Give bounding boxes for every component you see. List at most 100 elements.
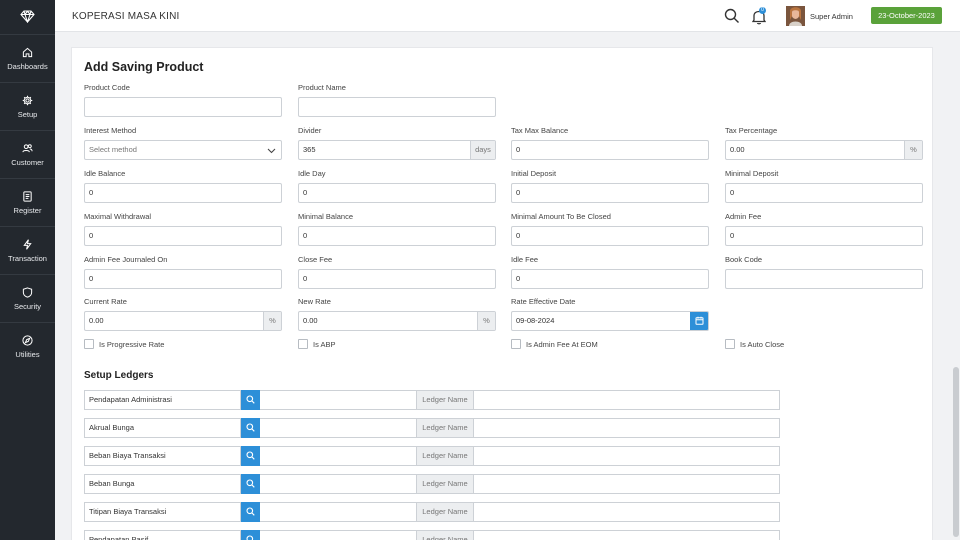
current-rate-input[interactable]: 0.00 % xyxy=(84,311,282,331)
minimal-amount-to-be-closed-label: Minimal Amount To Be Closed xyxy=(511,212,611,221)
divider-input[interactable]: 365 days xyxy=(298,140,496,160)
tax-max-balance-input[interactable]: 0 xyxy=(511,140,709,160)
admin-fee-input[interactable]: 0 xyxy=(725,226,923,246)
ledger-name-field[interactable] xyxy=(474,474,780,494)
page-scrollbar[interactable] xyxy=(952,32,960,540)
page-title: Add Saving Product xyxy=(84,60,204,74)
gear-icon xyxy=(22,95,33,105)
book-code-input[interactable] xyxy=(725,269,923,289)
checkbox-box[interactable] xyxy=(511,339,521,349)
tax-percentage-value: 0.00 xyxy=(730,145,745,154)
bolt-icon xyxy=(23,238,32,250)
shield-icon xyxy=(22,286,33,298)
ledger-account-field[interactable]: Pendapatan Administrasi xyxy=(84,390,241,410)
divider-label: Divider xyxy=(298,126,322,135)
ledger-code-field[interactable] xyxy=(260,502,417,522)
product-name-input[interactable] xyxy=(298,97,496,117)
sidebar-item-label: Security xyxy=(13,301,42,311)
ledger-code-field[interactable] xyxy=(260,418,417,438)
scrollbar-thumb[interactable] xyxy=(953,367,959,537)
rate-effective-date-value: 09-08-2024 xyxy=(516,316,555,325)
minimal-balance-input[interactable]: 0 xyxy=(298,226,496,246)
ledger-search-button[interactable] xyxy=(241,474,260,494)
diamond-icon xyxy=(20,9,35,23)
avatar[interactable] xyxy=(786,6,805,26)
sidebar-item-register[interactable]: Register xyxy=(0,178,55,226)
ledger-account-field[interactable]: Akrual Bunga xyxy=(84,418,241,438)
idle-balance-input[interactable]: 0 xyxy=(84,183,282,203)
idle-fee-label: Idle Fee xyxy=(511,255,539,264)
search-icon xyxy=(724,8,739,23)
ledger-search-button[interactable] xyxy=(241,502,260,522)
ledger-account-field[interactable]: Titipan Biaya Transaksi xyxy=(84,502,241,522)
product-code-label: Product Code xyxy=(84,83,130,92)
new-rate-input[interactable]: 0.00 % xyxy=(298,311,496,331)
notifications-button[interactable]: 0 xyxy=(752,7,768,25)
idle-day-label: Idle Day xyxy=(298,169,326,178)
top-bar: KOPERASI MASA KINI 0 Super Admin 23-Octo… xyxy=(55,0,960,32)
user-name[interactable]: Super Admin xyxy=(810,12,853,21)
minimal-balance-label: Minimal Balance xyxy=(298,212,354,221)
search-button[interactable] xyxy=(724,8,740,24)
checkbox-box[interactable] xyxy=(725,339,735,349)
ledger-code-field[interactable] xyxy=(260,474,417,494)
sidebar-item-dashboards[interactable]: Dashboards xyxy=(0,34,55,82)
calendar-icon xyxy=(695,316,704,325)
is-abp-checkbox[interactable]: Is ABP xyxy=(298,339,336,349)
ledger-name-field[interactable] xyxy=(474,418,780,438)
notification-badge: 0 xyxy=(759,7,766,14)
sidebar-item-customer[interactable]: Customer xyxy=(0,130,55,178)
ledger-account-field[interactable]: Beban Bunga xyxy=(84,474,241,494)
ledger-account-field[interactable]: Pendapatan Pasif xyxy=(84,530,241,540)
users-icon xyxy=(22,143,33,152)
close-fee-label: Close Fee xyxy=(298,255,333,264)
ledger-code-field[interactable] xyxy=(260,530,417,540)
ledger-row: Beban Biaya Transaksi Ledger Name xyxy=(84,446,780,466)
idle-day-input[interactable]: 0 xyxy=(298,183,496,203)
interest-method-select[interactable]: Select method xyxy=(84,140,282,160)
ledger-name-field[interactable] xyxy=(474,390,780,410)
ledger-name-label: Ledger Name xyxy=(417,502,474,522)
product-code-input[interactable] xyxy=(84,97,282,117)
close-fee-input[interactable]: 0 xyxy=(298,269,496,289)
idle-fee-input[interactable]: 0 xyxy=(511,269,709,289)
book-code-label: Book Code xyxy=(725,255,763,264)
ledger-name-field[interactable] xyxy=(474,502,780,522)
checkbox-box[interactable] xyxy=(298,339,308,349)
sidebar: Dashboards Setup Customer Register Trans… xyxy=(0,0,55,540)
ledger-code-field[interactable] xyxy=(260,446,417,466)
search-icon xyxy=(246,507,255,516)
date-picker-button[interactable] xyxy=(690,312,708,330)
document-icon xyxy=(23,190,32,202)
date-button[interactable]: 23-October-2023 xyxy=(871,7,942,24)
sidebar-item-setup[interactable]: Setup xyxy=(0,82,55,130)
tax-percentage-input[interactable]: 0.00 % xyxy=(725,140,923,160)
sidebar-item-utilities[interactable]: Utilities xyxy=(0,322,55,370)
ledger-name-field[interactable] xyxy=(474,530,780,540)
admin-fee-journaled-on-input[interactable]: 0 xyxy=(84,269,282,289)
ledger-row: Beban Bunga Ledger Name xyxy=(84,474,780,494)
initial-deposit-input[interactable]: 0 xyxy=(511,183,709,203)
ledger-account-field[interactable]: Beban Biaya Transaksi xyxy=(84,446,241,466)
sidebar-item-transaction[interactable]: Transaction xyxy=(0,226,55,274)
ledger-search-button[interactable] xyxy=(241,446,260,466)
is-admin-fee-at-eom-checkbox[interactable]: Is Admin Fee At EOM xyxy=(511,339,598,349)
rate-effective-date-input[interactable]: 09-08-2024 xyxy=(511,311,709,331)
checkbox-label: Is Admin Fee At EOM xyxy=(526,339,598,349)
ledger-search-button[interactable] xyxy=(241,530,260,540)
ledger-code-field[interactable] xyxy=(260,390,417,410)
checkbox-box[interactable] xyxy=(84,339,94,349)
tax-max-balance-label: Tax Max Balance xyxy=(511,126,569,135)
is-auto-close-checkbox[interactable]: Is Auto Close xyxy=(725,339,784,349)
app-logo[interactable] xyxy=(0,0,55,32)
sidebar-item-security[interactable]: Security xyxy=(0,274,55,322)
sidebar-item-label: Transaction xyxy=(8,253,47,263)
minimal-amount-to-be-closed-input[interactable]: 0 xyxy=(511,226,709,246)
is-progressive-rate-checkbox[interactable]: Is Progressive Rate xyxy=(84,339,164,349)
ledger-search-button[interactable] xyxy=(241,390,260,410)
minimal-deposit-input[interactable]: 0 xyxy=(725,183,923,203)
ledger-name-field[interactable] xyxy=(474,446,780,466)
maximal-withdrawal-input[interactable]: 0 xyxy=(84,226,282,246)
ledger-search-button[interactable] xyxy=(241,418,260,438)
search-icon xyxy=(246,535,254,540)
